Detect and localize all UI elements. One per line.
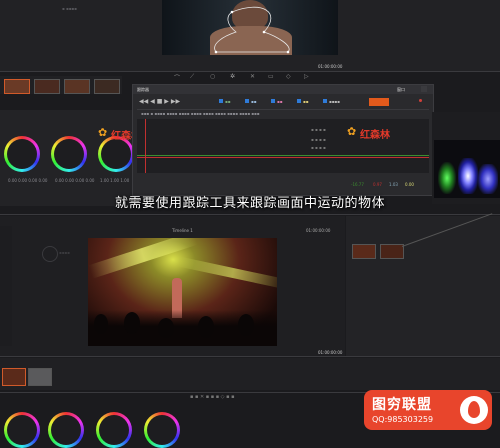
flame-icon xyxy=(460,396,488,424)
lift-color-wheel[interactable] xyxy=(4,412,40,448)
tracker-transport: ◀◀ ◀ ■ ▶ ▶▶ xyxy=(139,98,199,105)
circle-tool-icon[interactable]: ○ xyxy=(210,73,215,80)
subtitle-caption: 就需要使用跟踪工具来跟踪画面中运动的物体 xyxy=(114,196,385,211)
clip-thumbnail[interactable] xyxy=(64,79,90,94)
clip-thumbnail[interactable] xyxy=(94,79,120,94)
concert-viewer-image xyxy=(88,238,277,346)
gear-tool-icon[interactable]: ✲ xyxy=(230,73,235,80)
tracker-titlebar: 跟踪器 窗口 xyxy=(133,85,433,94)
viewer-toolbar: ⌒ ⟋ ○ ✲ ✕ ▭ ◇ ▷ xyxy=(168,73,328,82)
toolbar-icon[interactable]: ▪ ▪ ✕ ▪ ▪ ▪ ◇ ▪ ▪ xyxy=(190,394,234,400)
pen-tool-icon[interactable]: ⟋ xyxy=(190,73,194,81)
gamma-color-wheel[interactable] xyxy=(51,136,87,172)
stop-icon[interactable]: ■ xyxy=(157,98,163,105)
gain-color-wheel[interactable] xyxy=(96,412,132,448)
gamma-color-wheel[interactable] xyxy=(48,412,84,448)
tracker-title: 跟踪器 xyxy=(137,87,149,92)
close-icon[interactable] xyxy=(421,86,427,92)
track-reverse-icon[interactable]: ◀◀ xyxy=(139,98,148,105)
tilt-checkbox[interactable] xyxy=(245,99,249,103)
offset-color-wheel[interactable] xyxy=(144,412,180,448)
top-timecode: 01:00:00:00 xyxy=(318,64,343,69)
timeline-label: Timeline 1 xyxy=(172,228,193,233)
faint-watermark: ▪▪▪▪ xyxy=(42,246,82,264)
perspective-checkbox[interactable] xyxy=(323,99,327,103)
qualifier-tool-icon[interactable]: ✕ xyxy=(250,73,255,80)
keyframe-indicator xyxy=(419,99,422,102)
pan-checkbox[interactable] xyxy=(219,99,223,103)
clip-thumbnail-strip xyxy=(0,76,122,94)
top-viewer-image xyxy=(162,0,338,55)
rotate-checkbox[interactable] xyxy=(297,99,301,103)
lift-color-wheel[interactable] xyxy=(4,136,40,172)
node-thumbnail[interactable] xyxy=(380,244,404,259)
bottom-clip-strip xyxy=(0,358,500,390)
bottom-timecode: 01:00:00:00 xyxy=(318,350,343,355)
zoom-checkbox[interactable] xyxy=(271,99,275,103)
side-icon-column xyxy=(0,226,12,346)
track-forward-icon[interactable]: ▶ xyxy=(164,98,169,105)
tracker-window-label: 窗口 xyxy=(397,87,405,92)
blur-tool-icon[interactable]: ▷ xyxy=(304,73,309,80)
clip-thumbnail[interactable] xyxy=(34,79,60,94)
track-mode-dropdown[interactable] xyxy=(369,98,389,106)
brand-badge: 图穷联盟 QQ:985303259 xyxy=(364,390,492,430)
brand-qq: QQ:985303259 xyxy=(372,415,434,424)
tracker-window: 跟踪器 窗口 ◀◀ ◀ ■ ▶ ▶▶ ▪▪ ▪▪ ▪▪ ▪▪ ▪▪▪▪ ▪▪▪ … xyxy=(132,84,434,196)
window-tool-icon[interactable]: ▭ xyxy=(268,73,274,80)
parade-scope xyxy=(434,140,500,198)
top-left-label: ▪ ▪▪▪▪ xyxy=(62,6,77,11)
tracker-tool-icon[interactable]: ◇ xyxy=(286,73,291,80)
clip-thumbnail[interactable] xyxy=(28,368,52,386)
bottom-toolbar: ▪ ▪ ✕ ▪ ▪ ▪ ◇ ▪ ▪ xyxy=(190,394,350,402)
watermark-logo-right: ✿ 红森林 xyxy=(347,125,390,141)
track-back-icon[interactable]: ◀ xyxy=(150,98,155,105)
cursor-tool-icon[interactable]: ⌒ xyxy=(174,73,180,82)
track-fast-forward-icon[interactable]: ▶▶ xyxy=(171,98,180,105)
clip-thumbnail[interactable] xyxy=(4,79,30,94)
brand-name: 图穷联盟 xyxy=(372,397,432,413)
graph-values: -16.77 0.97 1.03 0.00 xyxy=(351,182,414,187)
clip-thumbnail[interactable] xyxy=(2,368,26,386)
tracking-mask-shape[interactable] xyxy=(202,6,302,54)
node-thumbnail[interactable] xyxy=(352,244,376,259)
